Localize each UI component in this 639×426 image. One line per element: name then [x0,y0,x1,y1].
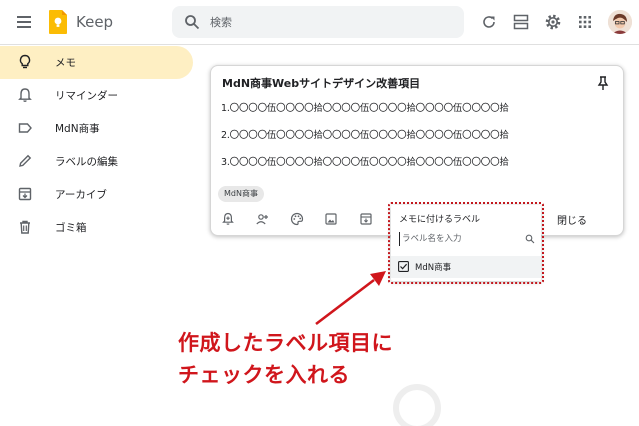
sidebar: メモ リマインダー MdN商事 ラベルの編集 アーカイブ ゴミ箱 [0,46,200,244]
popup-title: メモに付けるラベル [399,215,481,225]
search-icon[interactable] [184,14,200,30]
archive-icon [18,187,32,201]
list-view-icon[interactable] [511,12,531,32]
label-name-input[interactable] [399,232,517,246]
sidebar-item-archive[interactable]: アーカイブ [0,178,193,211]
checkbox-checked-icon[interactable] [398,261,409,272]
add-image-icon[interactable] [324,212,338,226]
search-input[interactable] [210,13,450,31]
apps-grid-icon[interactable] [575,12,595,32]
sidebar-item-label: メモ [55,57,76,69]
sidebar-item-trash[interactable]: ゴミ箱 [0,211,193,244]
trash-icon [20,220,30,234]
main-menu-icon[interactable] [14,12,34,32]
refresh-icon[interactable] [479,12,499,32]
sidebar-item-label: ゴミ箱 [55,222,87,234]
sidebar-item-label: MdN商事 [55,123,100,135]
lightbulb-icon [19,54,31,69]
sidebar-item-notes[interactable]: メモ [0,46,193,79]
close-button[interactable]: 閉じる [557,212,587,227]
annotation-caption-line1: 作成したラベル項目に [178,331,393,355]
sidebar-item-edit-labels[interactable]: ラベルの編集 [0,145,193,178]
note-body-line[interactable]: 2.〇〇〇〇伍〇〇〇〇拾〇〇〇〇伍〇〇〇〇拾〇〇〇〇伍〇〇〇〇拾 [221,127,509,141]
sidebar-item-label: アーカイブ [55,189,107,201]
label-note-popup: メモに付けるラベル MdN商事 [391,205,541,281]
annotation-arrow-icon [315,271,386,326]
note-body-line[interactable]: 3.〇〇〇〇伍〇〇〇〇拾〇〇〇〇伍〇〇〇〇拾〇〇〇〇伍〇〇〇〇拾 [221,154,509,168]
sidebar-item-reminders[interactable]: リマインダー [0,79,193,112]
settings-gear-icon[interactable] [543,12,563,32]
label-icon [18,123,32,133]
sidebar-item-label: ラベルの編集 [55,156,118,168]
search-icon [525,234,535,244]
loading-spinner [393,384,441,426]
keep-logo-icon[interactable] [48,9,68,35]
app-header: Keep [0,0,639,45]
archive-note-icon[interactable] [359,212,373,226]
pin-icon[interactable] [596,75,610,91]
note-body-line[interactable]: 1.〇〇〇〇伍〇〇〇〇拾〇〇〇〇伍〇〇〇〇拾〇〇〇〇伍〇〇〇〇拾 [221,100,509,114]
sidebar-item-label: リマインダー [55,90,118,102]
bell-icon [18,88,32,103]
account-avatar[interactable] [608,10,632,34]
label-option-text: MdN商事 [415,263,452,273]
label-option[interactable]: MdN商事 [391,256,541,278]
annotation-caption-line2: チェックを入れる [178,363,350,387]
sidebar-item-label-mdn[interactable]: MdN商事 [0,112,193,145]
search-bar[interactable] [172,6,464,38]
pencil-icon [19,154,32,167]
note-title[interactable]: MdN商事Webサイトデザイン改善項目 [222,75,420,91]
palette-icon[interactable] [290,212,304,226]
collaborator-icon[interactable] [255,212,269,226]
label-chip[interactable]: MdN商事 [218,186,264,202]
app-title: Keep [76,13,114,31]
remind-me-icon[interactable] [221,212,235,226]
